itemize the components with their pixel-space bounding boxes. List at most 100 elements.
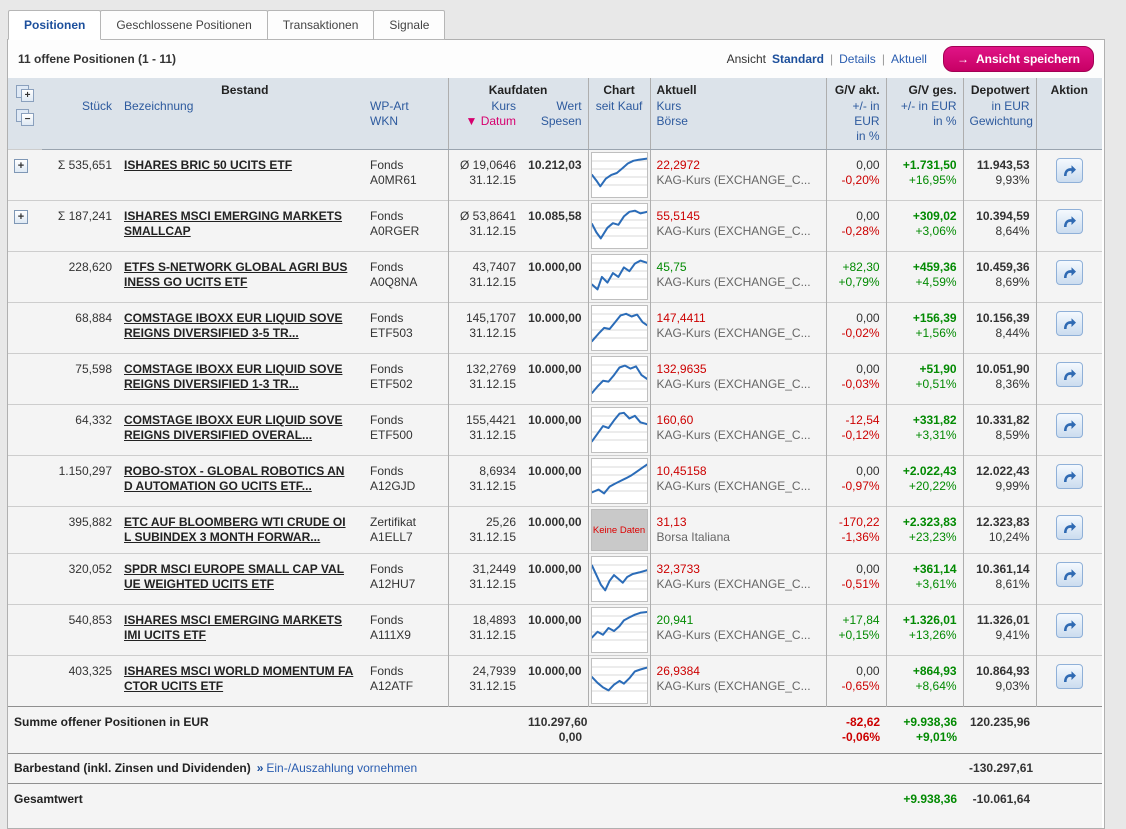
- gv-ges-cell: +459,36+4,59%: [886, 252, 963, 303]
- tab-geschlossene-positionen[interactable]: Geschlossene Positionen: [100, 10, 267, 40]
- price-sparkline[interactable]: [591, 356, 648, 402]
- price-sparkline[interactable]: [591, 556, 648, 602]
- price-sparkline[interactable]: [591, 305, 648, 351]
- position-link[interactable]: ISHARES MSCI EMERGING MARKETSIMI UCITS E…: [124, 613, 358, 643]
- name-line: SPDR MSCI EUROPE SMALL CAP VAL: [124, 562, 358, 577]
- exchange-name: KAG-Kurs (EXCHANGE_C...: [657, 377, 820, 392]
- name-cell: COMSTAGE IBOXX EUR LIQUID SOVEREIGNS DIV…: [118, 405, 364, 456]
- price-sparkline[interactable]: [591, 607, 648, 653]
- col-gewichtung[interactable]: Gewichtung: [970, 114, 1030, 129]
- price-sparkline[interactable]: [591, 152, 648, 198]
- view-details[interactable]: Details: [839, 52, 876, 66]
- tab-transaktionen[interactable]: Transaktionen: [267, 10, 375, 40]
- position-link[interactable]: ETC AUF BLOOMBERG WTI CRUDE OIL SUBINDEX…: [124, 515, 358, 545]
- expand-all-icon[interactable]: +: [16, 85, 36, 103]
- view-standard[interactable]: Standard: [772, 52, 824, 66]
- depot-cell: 11.943,539,93%: [963, 150, 1036, 201]
- exchange-name: KAG-Kurs (EXCHANGE_C...: [657, 428, 820, 443]
- price-sparkline[interactable]: [591, 203, 648, 249]
- action-cell: [1036, 252, 1102, 303]
- wpart-cell: FondsA0RGER: [364, 201, 448, 252]
- position-action-button[interactable]: [1056, 562, 1083, 587]
- buy-price: 155,4421: [455, 413, 517, 428]
- price-sparkline[interactable]: [591, 407, 648, 453]
- gv-akt-value: -170,22: [833, 515, 880, 530]
- position-action-button[interactable]: [1056, 413, 1083, 438]
- col-gv-ges-pct[interactable]: in %: [893, 114, 957, 129]
- price-sparkline[interactable]: [591, 658, 648, 704]
- gv-akt-pct: -0,97%: [833, 479, 880, 494]
- col-depot-eur[interactable]: in EUR: [970, 99, 1030, 114]
- wp-art: Fonds: [370, 562, 442, 577]
- position-action-button[interactable]: [1056, 260, 1083, 285]
- depot-weight: 8,36%: [970, 377, 1030, 392]
- col-gv-akt-eur[interactable]: +/- in EUR: [833, 99, 880, 129]
- name-cell: ETC AUF BLOOMBERG WTI CRUDE OIL SUBINDEX…: [118, 507, 364, 554]
- group-aktuell: Aktuell: [650, 78, 826, 98]
- buy-value-cell: 10.000,00: [522, 456, 588, 507]
- position-action-button[interactable]: [1056, 362, 1083, 387]
- col-bezeichnung[interactable]: Bezeichnung: [118, 98, 364, 150]
- tab-positionen[interactable]: Positionen: [8, 10, 101, 40]
- position-link[interactable]: ROBO-STOX - GLOBAL ROBOTICS AND AUTOMATI…: [124, 464, 358, 494]
- col-stueck[interactable]: Stück: [42, 98, 118, 150]
- view-aktuell[interactable]: Aktuell: [891, 52, 927, 66]
- tab-signale[interactable]: Signale: [373, 10, 445, 40]
- position-action-button[interactable]: [1056, 158, 1083, 183]
- position-link[interactable]: COMSTAGE IBOXX EUR LIQUID SOVEREIGNS DIV…: [124, 362, 358, 392]
- price-sparkline[interactable]: [591, 254, 648, 300]
- position-action-button[interactable]: [1056, 664, 1083, 689]
- position-link[interactable]: ETFS S-NETWORK GLOBAL AGRI BUSINESS GO U…: [124, 260, 358, 290]
- buy-price: Ø 53,8641: [455, 209, 517, 224]
- collapse-all-icon[interactable]: −: [16, 109, 36, 127]
- col-gv-akt-pct[interactable]: in %: [833, 129, 880, 144]
- gv-akt-pct: -0,28%: [833, 224, 880, 239]
- position-link[interactable]: SPDR MSCI EUROPE SMALL CAP VALUE WEIGHTE…: [124, 562, 358, 592]
- col-wp-art[interactable]: WP-Art: [370, 99, 442, 114]
- position-link[interactable]: ISHARES MSCI EMERGING MARKETSSMALLCAP: [124, 209, 358, 239]
- forward-arrow-icon: [1062, 215, 1077, 228]
- position-link[interactable]: COMSTAGE IBOXX EUR LIQUID SOVEREIGNS DIV…: [124, 311, 358, 341]
- expand-cell: +: [8, 201, 42, 252]
- gv-ges-value: +309,02: [893, 209, 957, 224]
- position-action-button[interactable]: [1056, 464, 1083, 489]
- row-expand-icon[interactable]: +: [14, 210, 28, 224]
- shares-cell: Σ 535,651: [42, 150, 118, 201]
- buy-price-cell: 132,276931.12.15: [448, 354, 522, 405]
- wp-art: Fonds: [370, 362, 442, 377]
- col-spesen[interactable]: Spesen: [528, 114, 582, 129]
- position-action-button[interactable]: [1056, 515, 1083, 540]
- buy-value-cell: 10.000,00: [522, 656, 588, 707]
- row-expand-icon[interactable]: +: [14, 159, 28, 173]
- col-wkn[interactable]: WKN: [370, 114, 442, 129]
- position-link[interactable]: COMSTAGE IBOXX EUR LIQUID SOVEREIGNS DIV…: [124, 413, 358, 443]
- buy-date: 31.12.15: [455, 628, 517, 643]
- current-price-cell: 26,9384KAG-Kurs (EXCHANGE_C...: [650, 656, 826, 707]
- gv-akt-pct: -1,36%: [833, 530, 880, 545]
- position-link[interactable]: ISHARES MSCI WORLD MOMENTUM FACTOR UCITS…: [124, 664, 358, 694]
- buy-price: 43,7407: [455, 260, 517, 275]
- position-action-button[interactable]: [1056, 209, 1083, 234]
- col-kurs[interactable]: Kurs: [455, 99, 517, 114]
- name-line: COMSTAGE IBOXX EUR LIQUID SOVE: [124, 413, 358, 428]
- depot-cell: 12.022,439,99%: [963, 456, 1036, 507]
- price-sparkline[interactable]: [591, 458, 648, 504]
- shares-cell: 320,052: [42, 554, 118, 605]
- position-action-button[interactable]: [1056, 311, 1083, 336]
- col-datum-sorted[interactable]: ▼ Datum: [455, 114, 517, 129]
- col-aktuell-kurs[interactable]: Kurs: [657, 99, 820, 114]
- deposit-withdraw-link[interactable]: Ein-/Auszahlung vornehmen: [266, 761, 417, 775]
- wkn: A0RGER: [370, 224, 442, 239]
- wpart-cell: ZertifikatA1ELL7: [364, 507, 448, 554]
- save-view-button[interactable]: → Ansicht speichern: [943, 46, 1094, 72]
- current-price-cell: 31,13Borsa Italiana: [650, 507, 826, 554]
- col-wert[interactable]: Wert: [528, 99, 582, 114]
- name-line: CTOR UCITS ETF: [124, 679, 358, 694]
- col-gv-ges-eur[interactable]: +/- in EUR: [893, 99, 957, 114]
- action-cell: [1036, 656, 1102, 707]
- col-boerse[interactable]: Börse: [657, 114, 820, 129]
- position-action-button[interactable]: [1056, 613, 1083, 638]
- gv-ges-value: +864,93: [893, 664, 957, 679]
- position-link[interactable]: ISHARES BRIC 50 UCITS ETF: [124, 158, 358, 173]
- gv-akt-cell: +82,30+0,79%: [826, 252, 886, 303]
